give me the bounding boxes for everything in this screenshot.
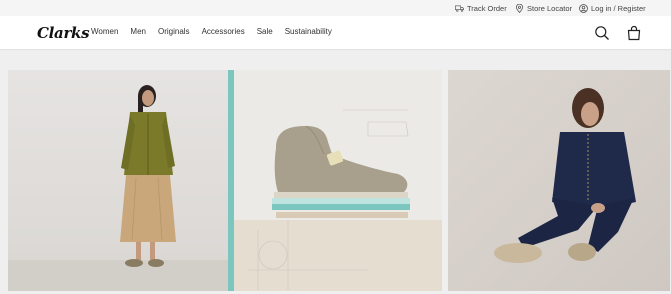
main-navigation: Clarks Women Men Originals Accessories S… bbox=[0, 16, 671, 50]
store-locator-label: Store Locator bbox=[527, 3, 573, 13]
shopping-bag-icon bbox=[627, 25, 641, 41]
store-locator-link[interactable]: Store Locator bbox=[515, 2, 572, 14]
login-register-label: Log in / Register bbox=[591, 3, 646, 13]
login-register-link[interactable]: Log in / Register bbox=[579, 2, 646, 14]
user-icon bbox=[579, 3, 588, 13]
truck-icon bbox=[455, 5, 464, 12]
search-button[interactable] bbox=[594, 25, 610, 41]
track-order-label: Track Order bbox=[467, 3, 507, 13]
shopping-bag-button[interactable] bbox=[626, 25, 642, 41]
nav-item-women[interactable]: Women bbox=[91, 27, 118, 36]
utility-bar: Track Order Store Locator Log in / Regis… bbox=[0, 0, 671, 16]
nav-item-accessories[interactable]: Accessories bbox=[202, 27, 245, 36]
hero-image-man-navy-jacket[interactable] bbox=[448, 70, 670, 291]
nav-item-men[interactable]: Men bbox=[130, 27, 146, 36]
hero-image-woman-olive-jacket[interactable] bbox=[8, 70, 228, 291]
nav-item-sale[interactable]: Sale bbox=[257, 27, 273, 36]
hero-image-desert-boot[interactable] bbox=[228, 70, 442, 291]
track-order-link[interactable]: Track Order bbox=[455, 2, 507, 14]
search-icon bbox=[595, 26, 609, 40]
category-nav: Women Men Originals Accessories Sale Sus… bbox=[91, 27, 344, 36]
nav-item-originals[interactable]: Originals bbox=[158, 27, 190, 36]
location-pin-icon bbox=[515, 3, 524, 13]
brand-logo[interactable]: Clarks bbox=[37, 24, 90, 42]
nav-item-sustainability[interactable]: Sustainability bbox=[285, 27, 332, 36]
hero-banner bbox=[0, 51, 671, 294]
